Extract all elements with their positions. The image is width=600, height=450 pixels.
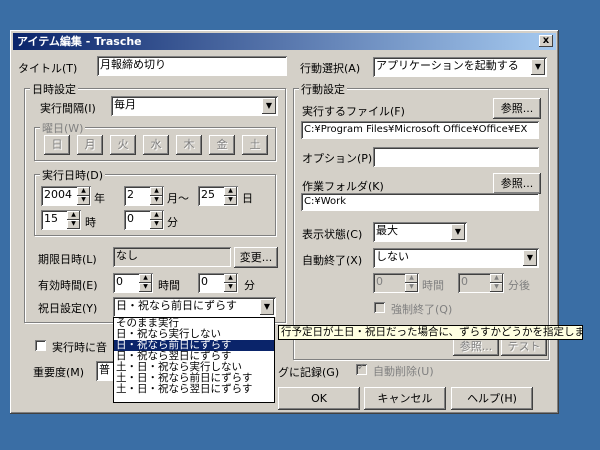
file-browse-button[interactable]: 参照...	[493, 98, 541, 119]
list-item[interactable]: 土・日・祝なら翌日にずらす	[114, 384, 274, 395]
help-button[interactable]: ヘルプ(H)	[451, 387, 533, 410]
options-input[interactable]	[373, 147, 539, 167]
minute-value: 0	[127, 212, 134, 225]
action-label: 行動選択(A)	[300, 62, 361, 75]
aq-hours-value: 0	[376, 275, 383, 288]
autoquit-label: 自動終了(X)	[302, 254, 363, 267]
day-value: 25	[201, 188, 215, 201]
minute-spin-buttons[interactable]: ▲ ▼	[150, 211, 163, 229]
workdir-input[interactable]: C:¥Work	[301, 193, 539, 211]
ok-button[interactable]: OK	[278, 387, 360, 410]
tooltip: 行予定日が土日・祝日だった場合に、ずらすかどうかを指定します	[278, 325, 583, 340]
deadline-value: なし	[113, 247, 231, 267]
holiday-value: 日・祝なら前日にずらす	[116, 299, 237, 312]
interval-label: 実行間隔(I)	[40, 102, 96, 115]
weekday-mon-button[interactable]: 月	[77, 135, 103, 155]
file-label: 実行するファイル(F)	[302, 105, 405, 118]
hour-unit: 時	[85, 216, 96, 229]
valid-minutes-unit: 分	[244, 279, 255, 292]
day-spin-buttons[interactable]: ▲ ▼	[224, 187, 237, 205]
weekday-group-label: 曜日(W)	[40, 120, 86, 136]
month-spinner[interactable]: 2 ▲ ▼	[124, 186, 164, 206]
options-label: オプション(P)	[302, 152, 373, 165]
valid-minutes-value: 0	[201, 275, 208, 288]
year-unit: 年	[94, 192, 105, 205]
chevron-down-icon[interactable]: ▼	[523, 250, 537, 266]
aq-hours-spin-buttons[interactable]: ▲ ▼	[405, 274, 418, 292]
month-spin-buttons[interactable]: ▲ ▼	[150, 187, 163, 205]
title-bar: アイテム編集 - Trasche x	[13, 33, 556, 50]
force-quit-label: 強制終了(Q)	[391, 303, 453, 316]
force-quit-checkbox[interactable]	[374, 302, 385, 313]
display-label: 表示状態(C)	[302, 228, 363, 241]
valid-hours-spin-buttons[interactable]: ▲ ▼	[139, 274, 152, 292]
interval-select[interactable]: 毎月 ▼	[111, 96, 278, 116]
year-spinner[interactable]: 2004 ▲ ▼	[41, 186, 91, 206]
holiday-label: 祝日設定(Y)	[38, 302, 98, 315]
display-value: 最大	[376, 224, 398, 237]
cancel-button[interactable]: キャンセル	[364, 387, 446, 410]
change-deadline-button[interactable]: 変更...	[234, 247, 278, 268]
log-label: グに記録(G)	[278, 366, 340, 379]
chevron-down-icon[interactable]: ▼	[260, 299, 274, 315]
chevron-down-icon[interactable]: ▼	[531, 59, 545, 75]
aq-minutes-unit: 分後	[508, 279, 530, 292]
holiday-select[interactable]: 日・祝なら前日にずらす ▼	[113, 297, 276, 317]
window-title: アイテム編集 - Trasche	[17, 35, 142, 48]
workdir-label: 作業フォルダ(K)	[302, 180, 384, 193]
chevron-down-icon[interactable]: ▼	[451, 224, 465, 240]
minute-spinner[interactable]: 0 ▲ ▼	[124, 210, 164, 230]
importance-label: 重要度(M)	[33, 366, 85, 379]
workdir-browse-button[interactable]: 参照...	[493, 173, 541, 194]
weekday-tue-button[interactable]: 火	[110, 135, 136, 155]
weekday-sun-button[interactable]: 日	[44, 135, 70, 155]
weekday-thu-button[interactable]: 木	[176, 135, 202, 155]
day-spinner[interactable]: 25 ▲ ▼	[198, 186, 238, 206]
autoquit-select[interactable]: しない ▼	[373, 248, 539, 268]
year-value: 2004	[44, 188, 72, 201]
aq-minutes-spinner[interactable]: 0 ▲ ▼	[458, 273, 504, 293]
datetime-group-label: 実行日時(D)	[40, 167, 106, 183]
file-input[interactable]: C:¥Program Files¥Microsoft Office¥Office…	[301, 121, 539, 139]
chevron-down-icon[interactable]: ▼	[262, 98, 276, 114]
title-input[interactable]: 月報締め切り	[97, 56, 287, 76]
weekday-wed-button[interactable]: 水	[143, 135, 169, 155]
close-icon[interactable]: x	[539, 35, 553, 47]
aq-minutes-value: 0	[461, 275, 468, 288]
hour-value: 15	[44, 212, 58, 225]
aq-hours-unit: 時間	[422, 279, 444, 292]
month-unit: 月〜	[167, 192, 189, 205]
title-label: タイトル(T)	[18, 62, 78, 75]
day-unit: 日	[242, 192, 253, 205]
action-select[interactable]: アプリケーションを起動する ▼	[373, 57, 547, 77]
sound-checkbox[interactable]	[35, 340, 46, 351]
auto-delete-checkbox[interactable]	[356, 362, 367, 375]
valid-minutes-spinner[interactable]: 0 ▲ ▼	[198, 273, 238, 293]
minute-unit: 分	[167, 216, 178, 229]
weekday-fri-button[interactable]: 金	[209, 135, 235, 155]
valid-hours-value: 0	[116, 275, 123, 288]
interval-value: 毎月	[114, 98, 136, 111]
weekday-sat-button[interactable]: 土	[242, 135, 268, 155]
auto-delete-label: 自動削除(U)	[373, 365, 434, 378]
autoquit-value: しない	[376, 250, 409, 263]
valid-hours-spinner[interactable]: 0 ▲ ▼	[113, 273, 153, 293]
sound-checkbox-label: 実行時に音	[52, 341, 107, 354]
deadline-label: 期限日時(L)	[38, 253, 97, 266]
action-value: アプリケーションを起動する	[376, 59, 519, 72]
year-spin-buttons[interactable]: ▲ ▼	[77, 187, 90, 205]
valid-minutes-spin-buttons[interactable]: ▲ ▼	[224, 274, 237, 292]
holiday-dropdown-list[interactable]: そのまま実行 日・祝なら実行しない 日・祝なら前日にずらす 日・祝なら翌日にずら…	[113, 317, 275, 403]
valid-hours-unit: 時間	[158, 279, 180, 292]
display-select[interactable]: 最大 ▼	[373, 222, 467, 242]
aq-minutes-spin-buttons[interactable]: ▲ ▼	[490, 274, 503, 292]
action-group-label: 行動設定	[299, 81, 347, 97]
hour-spinner[interactable]: 15 ▲ ▼	[41, 210, 81, 230]
schedule-group-label: 日時設定	[30, 81, 78, 97]
month-value: 2	[127, 188, 134, 201]
aq-hours-spinner[interactable]: 0 ▲ ▼	[373, 273, 419, 293]
valid-time-label: 有効時間(E)	[38, 279, 98, 292]
hour-spin-buttons[interactable]: ▲ ▼	[67, 211, 80, 229]
